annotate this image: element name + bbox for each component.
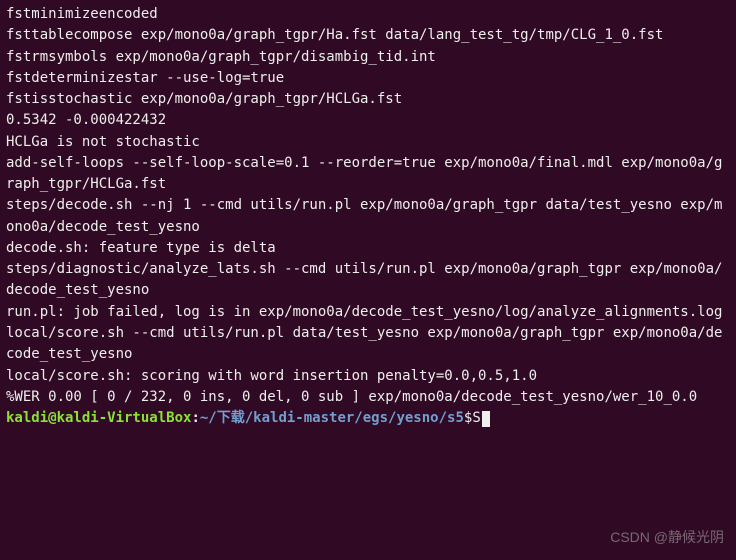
prompt-colon: : bbox=[191, 408, 199, 429]
watermark-text: CSDN @静候光阴 bbox=[610, 527, 724, 548]
prompt-dollar: $ bbox=[464, 408, 472, 429]
typed-text: S bbox=[472, 408, 480, 429]
command-input[interactable]: S bbox=[472, 408, 489, 429]
cursor-icon bbox=[482, 411, 490, 427]
prompt-path: ~/下载/kaldi-master/egs/yesno/s5 bbox=[200, 408, 464, 429]
prompt-line[interactable]: kaldi@kaldi-VirtualBox:~/下载/kaldi-master… bbox=[6, 408, 730, 429]
terminal-output: fstminimizeencoded fsttablecompose exp/m… bbox=[6, 4, 730, 408]
prompt-user-host: kaldi@kaldi-VirtualBox bbox=[6, 408, 191, 429]
